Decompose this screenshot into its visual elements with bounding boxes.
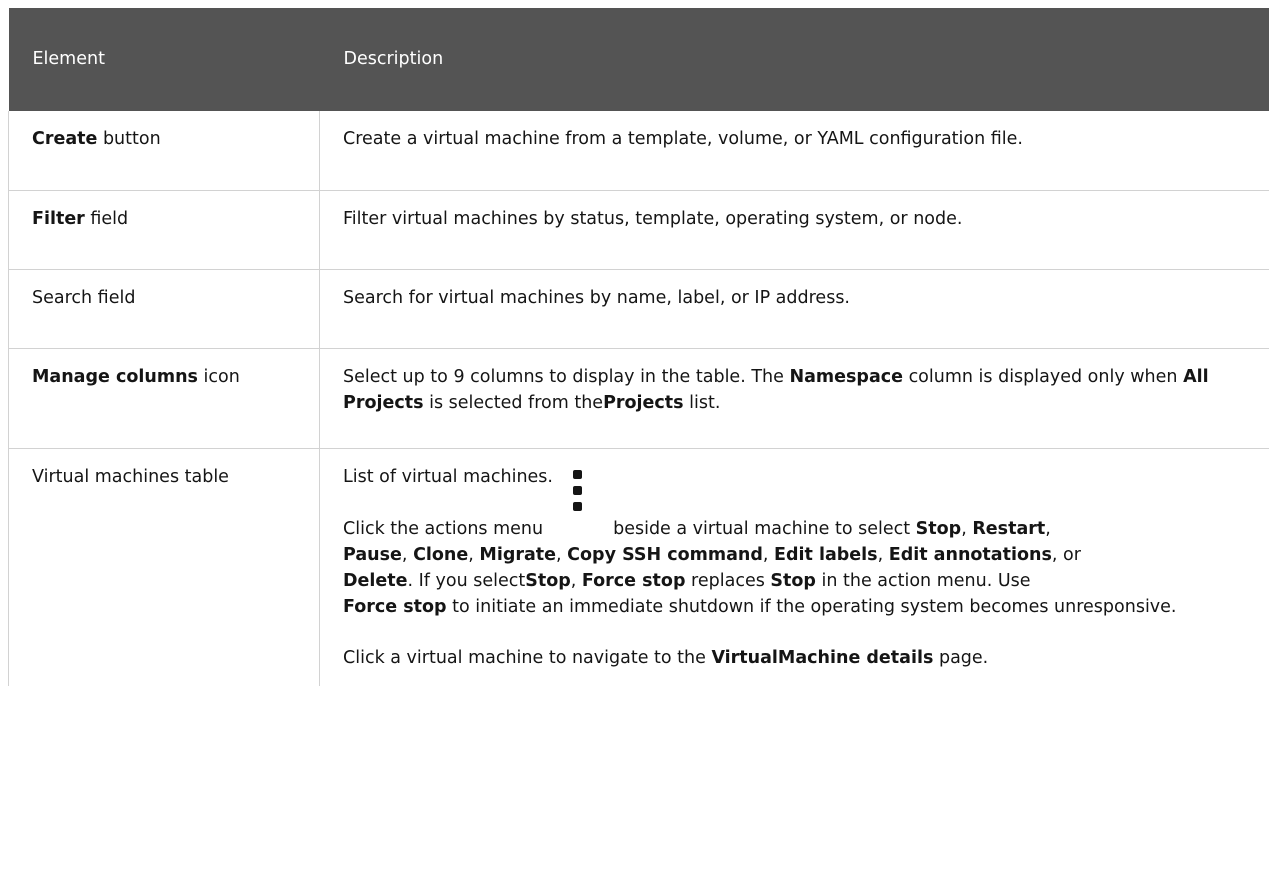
element-name: Create <box>32 129 98 149</box>
description-paragraph: Click a virtual machine to navigate to t… <box>343 645 1246 671</box>
text-run: to initiate an immediate shutdown if the… <box>446 597 1177 618</box>
text-run: , <box>877 544 889 565</box>
description-cell: List of virtual machines. Click the acti… <box>319 448 1269 686</box>
element-kind: field <box>84 208 129 229</box>
table-row: Create button Create a virtual machine f… <box>8 111 1269 191</box>
text-run: beside a virtual machine to select <box>613 518 916 539</box>
term-namespace: Namespace <box>789 366 903 387</box>
element-cell: Virtual machines table <box>8 448 320 686</box>
text-run: is selected from the <box>423 392 604 413</box>
text-run: , <box>468 544 480 565</box>
term-virtualmachine-details: VirtualMachine details <box>711 647 934 668</box>
column-header-description: Description <box>319 8 1269 111</box>
element-name: Filter <box>32 208 85 229</box>
table-row: Search field Search for virtual machines… <box>8 269 1269 349</box>
element-cell: Search field <box>8 269 320 349</box>
text-run: , <box>762 544 775 565</box>
description-cell: Search for virtual machines by name, lab… <box>319 269 1269 349</box>
element-name: Manage columns <box>32 366 198 387</box>
element-cell: Manage columns icon <box>8 348 320 449</box>
term-force-stop: Force stop <box>581 571 686 591</box>
table-row: Virtual machines table List of virtual m… <box>8 448 1269 686</box>
term-clone: Clone <box>413 544 469 565</box>
text-run: Select up to 9 columns to display in the… <box>343 366 790 387</box>
text-run: replaces <box>685 571 771 591</box>
text-run: Click a virtual machine to navigate to t… <box>343 647 712 668</box>
term-delete: Delete <box>343 571 408 591</box>
element-description-table: Element Description Create button Create… <box>8 8 1269 686</box>
text-run: , <box>556 544 568 565</box>
text-run: , <box>1045 518 1051 539</box>
table-row: Manage columns icon Select up to 9 colum… <box>8 348 1269 449</box>
text-run: , <box>961 518 973 539</box>
text-run: list. <box>683 392 721 413</box>
text-run: , <box>401 544 414 565</box>
text-run: in the action menu. Use <box>815 571 1031 591</box>
actions-menu-inline <box>543 469 613 542</box>
description-cell: Filter virtual machines by status, templ… <box>319 190 1269 270</box>
term-edit-labels: Edit labels <box>774 544 878 565</box>
text-run: . If you select <box>407 571 526 591</box>
column-header-element: Element <box>8 8 320 111</box>
description-cell: Select up to 9 columns to display in the… <box>319 348 1269 449</box>
kebab-vertical-icon <box>573 469 583 518</box>
term-stop: Stop <box>770 571 816 591</box>
text-run: column is displayed only when <box>903 366 1184 387</box>
term-edit-annotations: Edit annotations <box>888 544 1052 565</box>
term-stop: Stop <box>915 518 962 539</box>
text-run: Click the actions menu <box>343 518 544 539</box>
text-run: page. <box>933 647 989 668</box>
element-kind: icon <box>197 366 240 387</box>
term-force-stop: Force stop <box>343 597 447 618</box>
element-kind: button <box>97 129 161 149</box>
description-cell: Create a virtual machine from a template… <box>319 111 1269 191</box>
term-migrate: Migrate <box>479 544 557 565</box>
term-projects: Projects <box>603 392 684 413</box>
term-copy-ssh-command: Copy SSH command <box>567 544 763 565</box>
text-run: , <box>570 571 582 591</box>
term-restart: Restart <box>972 518 1046 539</box>
description-paragraph: Click the actions menu beside a virtual m… <box>343 469 1246 621</box>
table-header-row: Element Description <box>8 8 1269 111</box>
description-paragraph: List of virtual machines. <box>343 466 553 487</box>
element-cell: Filter field <box>8 190 320 270</box>
term-stop: Stop <box>525 571 571 591</box>
text-run: , or <box>1051 544 1081 565</box>
table-row: Filter field Filter virtual machines by … <box>8 190 1269 270</box>
term-pause: Pause <box>343 544 402 565</box>
element-cell: Create button <box>8 111 320 191</box>
